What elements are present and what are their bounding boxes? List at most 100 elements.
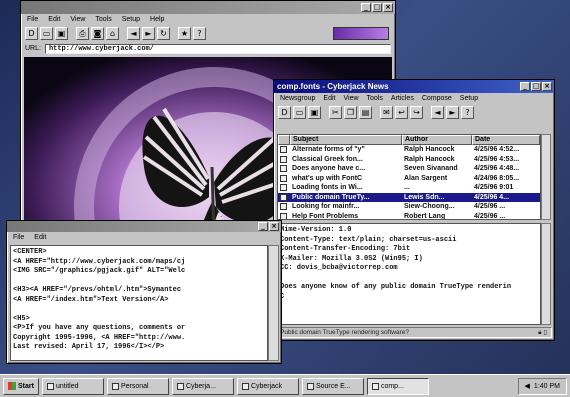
copy-icon[interactable]: ❐ — [344, 106, 357, 119]
paste-icon[interactable]: ▤ — [359, 106, 372, 119]
document-icon: ▯ — [543, 329, 547, 336]
taskbar-button[interactable]: Cyberja... — [171, 377, 234, 395]
table-row[interactable]: Loading fonts in Wi...... 4/25/96 9:01 — [278, 183, 540, 193]
save-icon[interactable]: ▣ — [308, 106, 321, 119]
open-icon[interactable]: ▭ — [293, 106, 306, 119]
maximize-icon[interactable]: □ — [531, 82, 541, 91]
menu-setup[interactable]: Setup — [122, 16, 140, 23]
source-line: Copyright 1995-1996, <A HREF="http://www… — [13, 333, 186, 342]
source-line — [13, 305, 265, 315]
menu-view[interactable]: View — [343, 95, 358, 102]
reply-icon[interactable]: ↩ — [395, 106, 408, 119]
article-list-scrollbar[interactable] — [541, 134, 551, 220]
menu-newsgroup[interactable]: Newsgroup — [280, 95, 315, 102]
taskbar-button[interactable]: Source E... — [301, 377, 364, 395]
article-author: Robert Lang — [404, 212, 446, 220]
table-row[interactable]: Help Font Problems Robert Lang 4/25/96 ... — [278, 211, 540, 220]
table-row[interactable]: Classical Greek fon... Ralph Hancock 4/25/… — [278, 154, 540, 164]
close-icon[interactable]: × — [383, 3, 393, 12]
article-icon — [280, 155, 287, 163]
taskbar-button[interactable]: comp... — [366, 377, 429, 395]
article-body-scrollbar[interactable] — [541, 223, 551, 325]
article-body[interactable]: Mime-Version: 1.0 Content-Type: text/plai… — [277, 223, 541, 325]
start-button[interactable]: Start — [3, 377, 39, 395]
news-titlebar[interactable]: comp.fonts - Cyberjack News _ □ × — [274, 80, 554, 93]
editor-window[interactable]: _ × File Edit <CENTER> <A HREF="http://ww… — [6, 220, 282, 364]
new-doc-icon[interactable]: D — [25, 27, 38, 40]
table-row[interactable]: what's up with FontC Alan Sargent 4/24/96 … — [278, 173, 540, 183]
menu-compose[interactable]: Compose — [422, 95, 452, 102]
home-icon[interactable]: ⌂ — [106, 27, 119, 40]
bookmark-icon[interactable]: ★ — [178, 27, 191, 40]
article-icon — [280, 193, 287, 201]
table-row[interactable]: Does anyone have c... Seven Sivanand 4/25/… — [278, 164, 540, 174]
article-body-line: C — [280, 292, 285, 301]
url-input[interactable]: http://www.cyberjack.com/ — [44, 43, 391, 54]
prev-article-icon[interactable]: ◄ — [431, 106, 444, 119]
editor-titlebar[interactable]: _ × — [7, 221, 281, 232]
news-statusbar: Public domain TrueType rendering softwar… — [276, 327, 552, 338]
news-window[interactable]: comp.fonts - Cyberjack News _ □ × Newsgr… — [273, 79, 555, 341]
help-icon[interactable]: ? — [193, 27, 206, 40]
taskbar-button[interactable]: Personal — [106, 377, 169, 395]
lock-icon: 🔒︎ — [538, 329, 542, 336]
article-author: Lewis Sdn... — [404, 193, 445, 201]
column-subject[interactable]: Subject — [290, 135, 402, 145]
print-icon[interactable]: ⎙ — [76, 27, 89, 40]
reload-icon[interactable]: ↻ — [157, 27, 170, 40]
article-author: Ralph Hancock — [404, 146, 455, 153]
menu-edit[interactable]: Edit — [34, 234, 46, 241]
stop-icon[interactable]: ◙ — [91, 27, 104, 40]
article-list[interactable]: Subject Author Date Alternate forms of "… — [277, 134, 541, 220]
minimize-icon[interactable]: _ — [258, 222, 268, 231]
article-subject: what's up with FontC — [292, 174, 363, 182]
article-date: 4/25/96 9:01 — [474, 184, 514, 191]
menu-articles[interactable]: Articles — [391, 95, 414, 102]
taskbar-button[interactable]: untitled — [41, 377, 104, 395]
minimize-icon[interactable]: _ — [361, 3, 371, 12]
article-subject: Looking for mainfr... — [292, 203, 360, 210]
post-icon[interactable]: ✉ — [380, 106, 393, 119]
minimize-icon[interactable]: _ — [520, 82, 530, 91]
menu-file[interactable]: File — [27, 16, 38, 23]
speaker-icon[interactable]: ◀︎ — [525, 382, 530, 390]
table-row[interactable]: Public domain TrueTy... Lewis Sdn... 4/25/… — [278, 192, 540, 202]
new-doc-icon[interactable]: D — [278, 106, 291, 119]
source-line: Last revised: April 17, 1996</I></P> — [13, 343, 165, 351]
source-editor[interactable]: <CENTER> <A HREF="http://www.cyberjack.co… — [10, 245, 268, 361]
news-title: comp.fonts - Cyberjack News — [277, 82, 389, 91]
menu-tools[interactable]: Tools — [367, 95, 383, 102]
forward-icon[interactable]: ► — [142, 27, 155, 40]
cut-icon[interactable]: ✂ — [329, 106, 342, 119]
menu-view[interactable]: View — [70, 16, 85, 23]
menu-help[interactable]: Help — [150, 16, 164, 23]
menu-edit[interactable]: Edit — [323, 95, 335, 102]
maximize-icon[interactable]: □ — [372, 3, 382, 12]
clock: 1:40 PM — [533, 382, 560, 390]
column-date[interactable]: Date — [472, 135, 540, 145]
article-author: Alan Sargent — [404, 174, 448, 182]
help-icon[interactable]: ? — [461, 106, 474, 119]
menu-edit[interactable]: Edit — [48, 16, 60, 23]
windows-logo-icon — [8, 382, 16, 390]
save-icon[interactable]: ▣ — [55, 27, 68, 40]
news-toolbar: D ▭ ▣ ✂ ❐ ▤ ✉ ↩ ↪ ◄ ► ? — [274, 104, 554, 121]
column-author[interactable]: Author — [402, 135, 472, 145]
open-icon[interactable]: ▭ — [40, 27, 53, 40]
close-icon[interactable]: × — [269, 222, 279, 231]
next-article-icon[interactable]: ► — [446, 106, 459, 119]
menu-setup[interactable]: Setup — [460, 95, 478, 102]
back-icon[interactable]: ◄ — [127, 27, 140, 40]
browser-menubar: File Edit View Tools Setup Help — [21, 14, 395, 25]
menu-file[interactable]: File — [13, 234, 24, 241]
browser-titlebar[interactable]: _ □ × — [21, 1, 395, 14]
forward-icon[interactable]: ↪ — [410, 106, 423, 119]
taskbar-button[interactable]: Cyberjack — [236, 377, 299, 395]
table-row[interactable]: Alternate forms of "y" Ralph Hancock 4/25/… — [278, 145, 540, 155]
source-line: <H5> — [13, 314, 30, 323]
close-icon[interactable]: × — [542, 82, 552, 91]
url-label: URL: — [25, 45, 41, 52]
editor-scrollbar[interactable] — [268, 245, 279, 361]
menu-tools[interactable]: Tools — [95, 16, 111, 23]
table-row[interactable]: Looking for mainfr... Siew-Choong... 4/25/… — [278, 202, 540, 212]
